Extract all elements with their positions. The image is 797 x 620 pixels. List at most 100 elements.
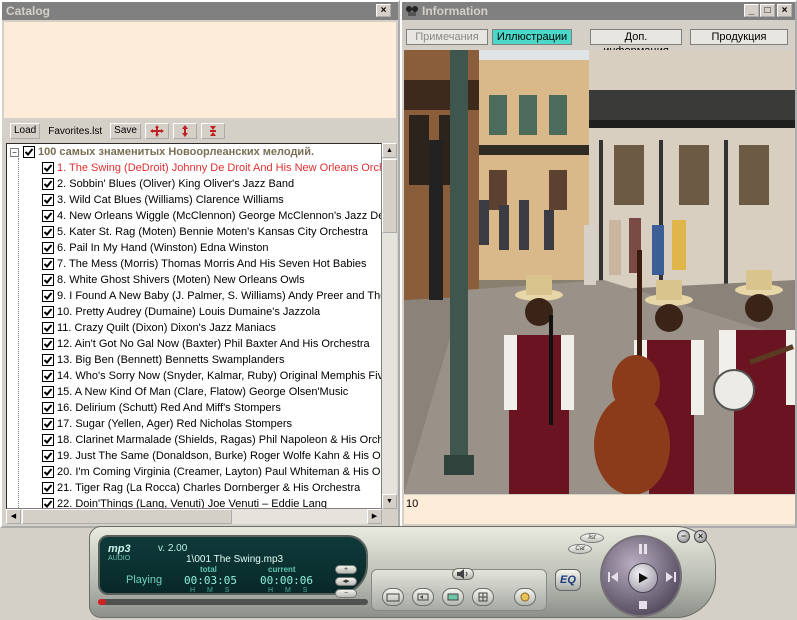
volume-down-button[interactable]: − (335, 589, 357, 598)
open-file-button[interactable] (382, 588, 404, 606)
move-down-button[interactable] (200, 123, 225, 139)
track-item[interactable]: 17. Sugar (Yellen, Ager) Red Nicholas St… (7, 416, 381, 432)
track-item[interactable]: 9. I Found A New Baby (J. Palmer, S. Wil… (7, 288, 381, 304)
track-checkbox[interactable] (42, 162, 54, 174)
track-item[interactable]: 6. Pail In My Hand (Winston) Edna Winsto… (7, 240, 381, 256)
track-checkbox[interactable] (42, 466, 54, 478)
collapse-toggle[interactable]: − (10, 147, 19, 157)
catalog-toggle-button[interactable]: Cat (568, 544, 592, 554)
scroll-down-arrow-icon[interactable]: ▼ (382, 494, 397, 509)
track-item[interactable]: 4. New Orleans Wiggle (McClennon) George… (7, 208, 381, 224)
track-checkbox[interactable] (42, 370, 54, 382)
root-checkbox[interactable] (23, 146, 35, 158)
player-minimize-button[interactable]: − (677, 530, 690, 543)
track-item[interactable]: 11. Crazy Quilt (Dixon) Dixon's Jazz Man… (7, 320, 381, 336)
info-titlebar[interactable]: Information _ □ × (402, 2, 795, 20)
mute-button[interactable] (452, 568, 474, 580)
player-status: Playing (126, 574, 163, 586)
track-checkbox[interactable] (42, 418, 54, 430)
info-close-button[interactable]: × (777, 4, 792, 17)
scroll-up-arrow-icon[interactable]: ▲ (382, 143, 397, 158)
play-button[interactable] (628, 563, 658, 593)
track-item[interactable]: 10. Pretty Audrey (Dumaine) Louis Dumain… (7, 304, 381, 320)
list-toggle-button[interactable]: list (580, 533, 604, 543)
track-item[interactable]: 12. Ain't Got No Gal Now (Baxter) Phil B… (7, 336, 381, 352)
track-item[interactable]: 5. Kater St. Rag (Moten) Bennie Moten's … (7, 224, 381, 240)
track-item[interactable]: 14. Who's Sorry Now (Snyder, Kalmar, Rub… (7, 368, 381, 384)
track-item[interactable]: 3. Wild Cat Blues (Williams) Clarence Wi… (7, 192, 381, 208)
track-checkbox[interactable] (42, 322, 54, 334)
player-version: v. 2.00 (158, 543, 188, 554)
horizontal-scroll-thumb[interactable] (22, 509, 232, 524)
track-item[interactable]: 22. Doin'Things (Lang, Venuti) Joe Venut… (7, 496, 381, 508)
track-checkbox[interactable] (42, 402, 54, 414)
catalog-titlebar[interactable]: Catalog × (2, 2, 398, 20)
track-checkbox[interactable] (42, 306, 54, 318)
track-checkbox[interactable] (42, 210, 54, 222)
track-checkbox[interactable] (42, 450, 54, 462)
track-checkbox[interactable] (42, 258, 54, 270)
checkmark-icon (24, 148, 34, 156)
maximize-button[interactable]: □ (760, 4, 775, 17)
web-button[interactable] (514, 588, 536, 606)
tab-products[interactable]: Продукция (690, 29, 788, 45)
tab-additional-info[interactable]: Доп. информация (590, 29, 682, 57)
move-all-arrows-button[interactable] (144, 123, 169, 139)
catalog-close-button[interactable]: × (376, 4, 391, 17)
tab-notes[interactable]: Примечания (406, 29, 488, 45)
track-checkbox[interactable] (42, 290, 54, 302)
track-checkbox[interactable] (42, 498, 54, 508)
track-checkbox[interactable] (42, 434, 54, 446)
scroll-thumb[interactable] (382, 159, 397, 233)
track-item[interactable]: 16. Delirium (Schutt) Red And Miff's Sto… (7, 400, 381, 416)
track-item[interactable]: 8. White Ghost Shivers (Moten) New Orlea… (7, 272, 381, 288)
track-label: 19. Just The Same (Donaldson, Burke) Rog… (57, 450, 382, 462)
seek-bar[interactable] (98, 599, 368, 605)
track-item[interactable]: 20. I'm Coming Virginia (Creamer, Layton… (7, 464, 381, 480)
track-item[interactable]: 21. Tiger Rag (La Rocca) Charles Dornber… (7, 480, 381, 496)
tree-vertical-scrollbar[interactable]: ▲ ▼ (382, 143, 397, 509)
equalizer-button[interactable]: EQ (555, 569, 581, 591)
move-up-down-button[interactable] (172, 123, 197, 139)
track-checkbox[interactable] (42, 338, 54, 350)
tree-root-node[interactable]: − 100 самых знаменитых Новоорлеанских ме… (7, 144, 381, 160)
transport-wheel[interactable] (600, 535, 682, 617)
catalog-preview-area (4, 22, 396, 118)
track-item[interactable]: 15. A New Kind Of Man (Clare, Flatow) Ge… (7, 384, 381, 400)
previous-track-icon[interactable] (606, 571, 620, 583)
checkmark-icon (43, 260, 53, 268)
track-item[interactable]: 19. Just The Same (Donaldson, Burke) Rog… (7, 448, 381, 464)
track-checkbox[interactable] (42, 194, 54, 206)
checkmark-icon (43, 420, 53, 428)
prev-button[interactable] (412, 588, 434, 606)
track-checkbox[interactable] (42, 274, 54, 286)
track-checkbox[interactable] (42, 178, 54, 190)
track-tree[interactable]: − 100 самых знаменитых Новоорлеанских ме… (6, 143, 382, 509)
save-button[interactable]: Save (110, 123, 141, 139)
balance-button[interactable]: ◂▸ (335, 577, 357, 586)
next-track-icon[interactable] (664, 571, 678, 583)
player-close-button[interactable]: × (694, 530, 707, 543)
track-label: 16. Delirium (Schutt) Red And Miff's Sto… (57, 402, 281, 414)
track-item[interactable]: 1. The Swing (DeDroit) Johnny De Droit A… (7, 160, 381, 176)
track-checkbox[interactable] (42, 226, 54, 238)
track-checkbox[interactable] (42, 386, 54, 398)
grid-button[interactable] (472, 588, 494, 606)
tab-illustrations[interactable]: Иллюстрации (492, 29, 572, 45)
track-checkbox[interactable] (42, 482, 54, 494)
track-item[interactable]: 18. Clarinet Marmalade (Shields, Ragas) … (7, 432, 381, 448)
track-checkbox[interactable] (42, 354, 54, 366)
track-checkbox[interactable] (42, 242, 54, 254)
track-item[interactable]: 7. The Mess (Morris) Thomas Morris And H… (7, 256, 381, 272)
track-item[interactable]: 13. Big Ben (Bennett) Bennetts Swampland… (7, 352, 381, 368)
stop-icon[interactable] (636, 599, 650, 611)
track-item[interactable]: 2. Sobbin' Blues (Oliver) King Oliver's … (7, 176, 381, 192)
scroll-left-arrow-icon[interactable]: ◀ (6, 509, 21, 524)
playlist-button[interactable] (442, 588, 464, 606)
scroll-right-arrow-icon[interactable]: ▶ (367, 509, 382, 524)
load-button[interactable]: Load (10, 123, 41, 139)
volume-up-button[interactable]: + (335, 565, 357, 574)
pause-icon[interactable] (636, 543, 650, 555)
minimize-button[interactable]: _ (744, 4, 759, 17)
tree-horizontal-scrollbar[interactable]: ◀ ▶ (6, 509, 382, 524)
